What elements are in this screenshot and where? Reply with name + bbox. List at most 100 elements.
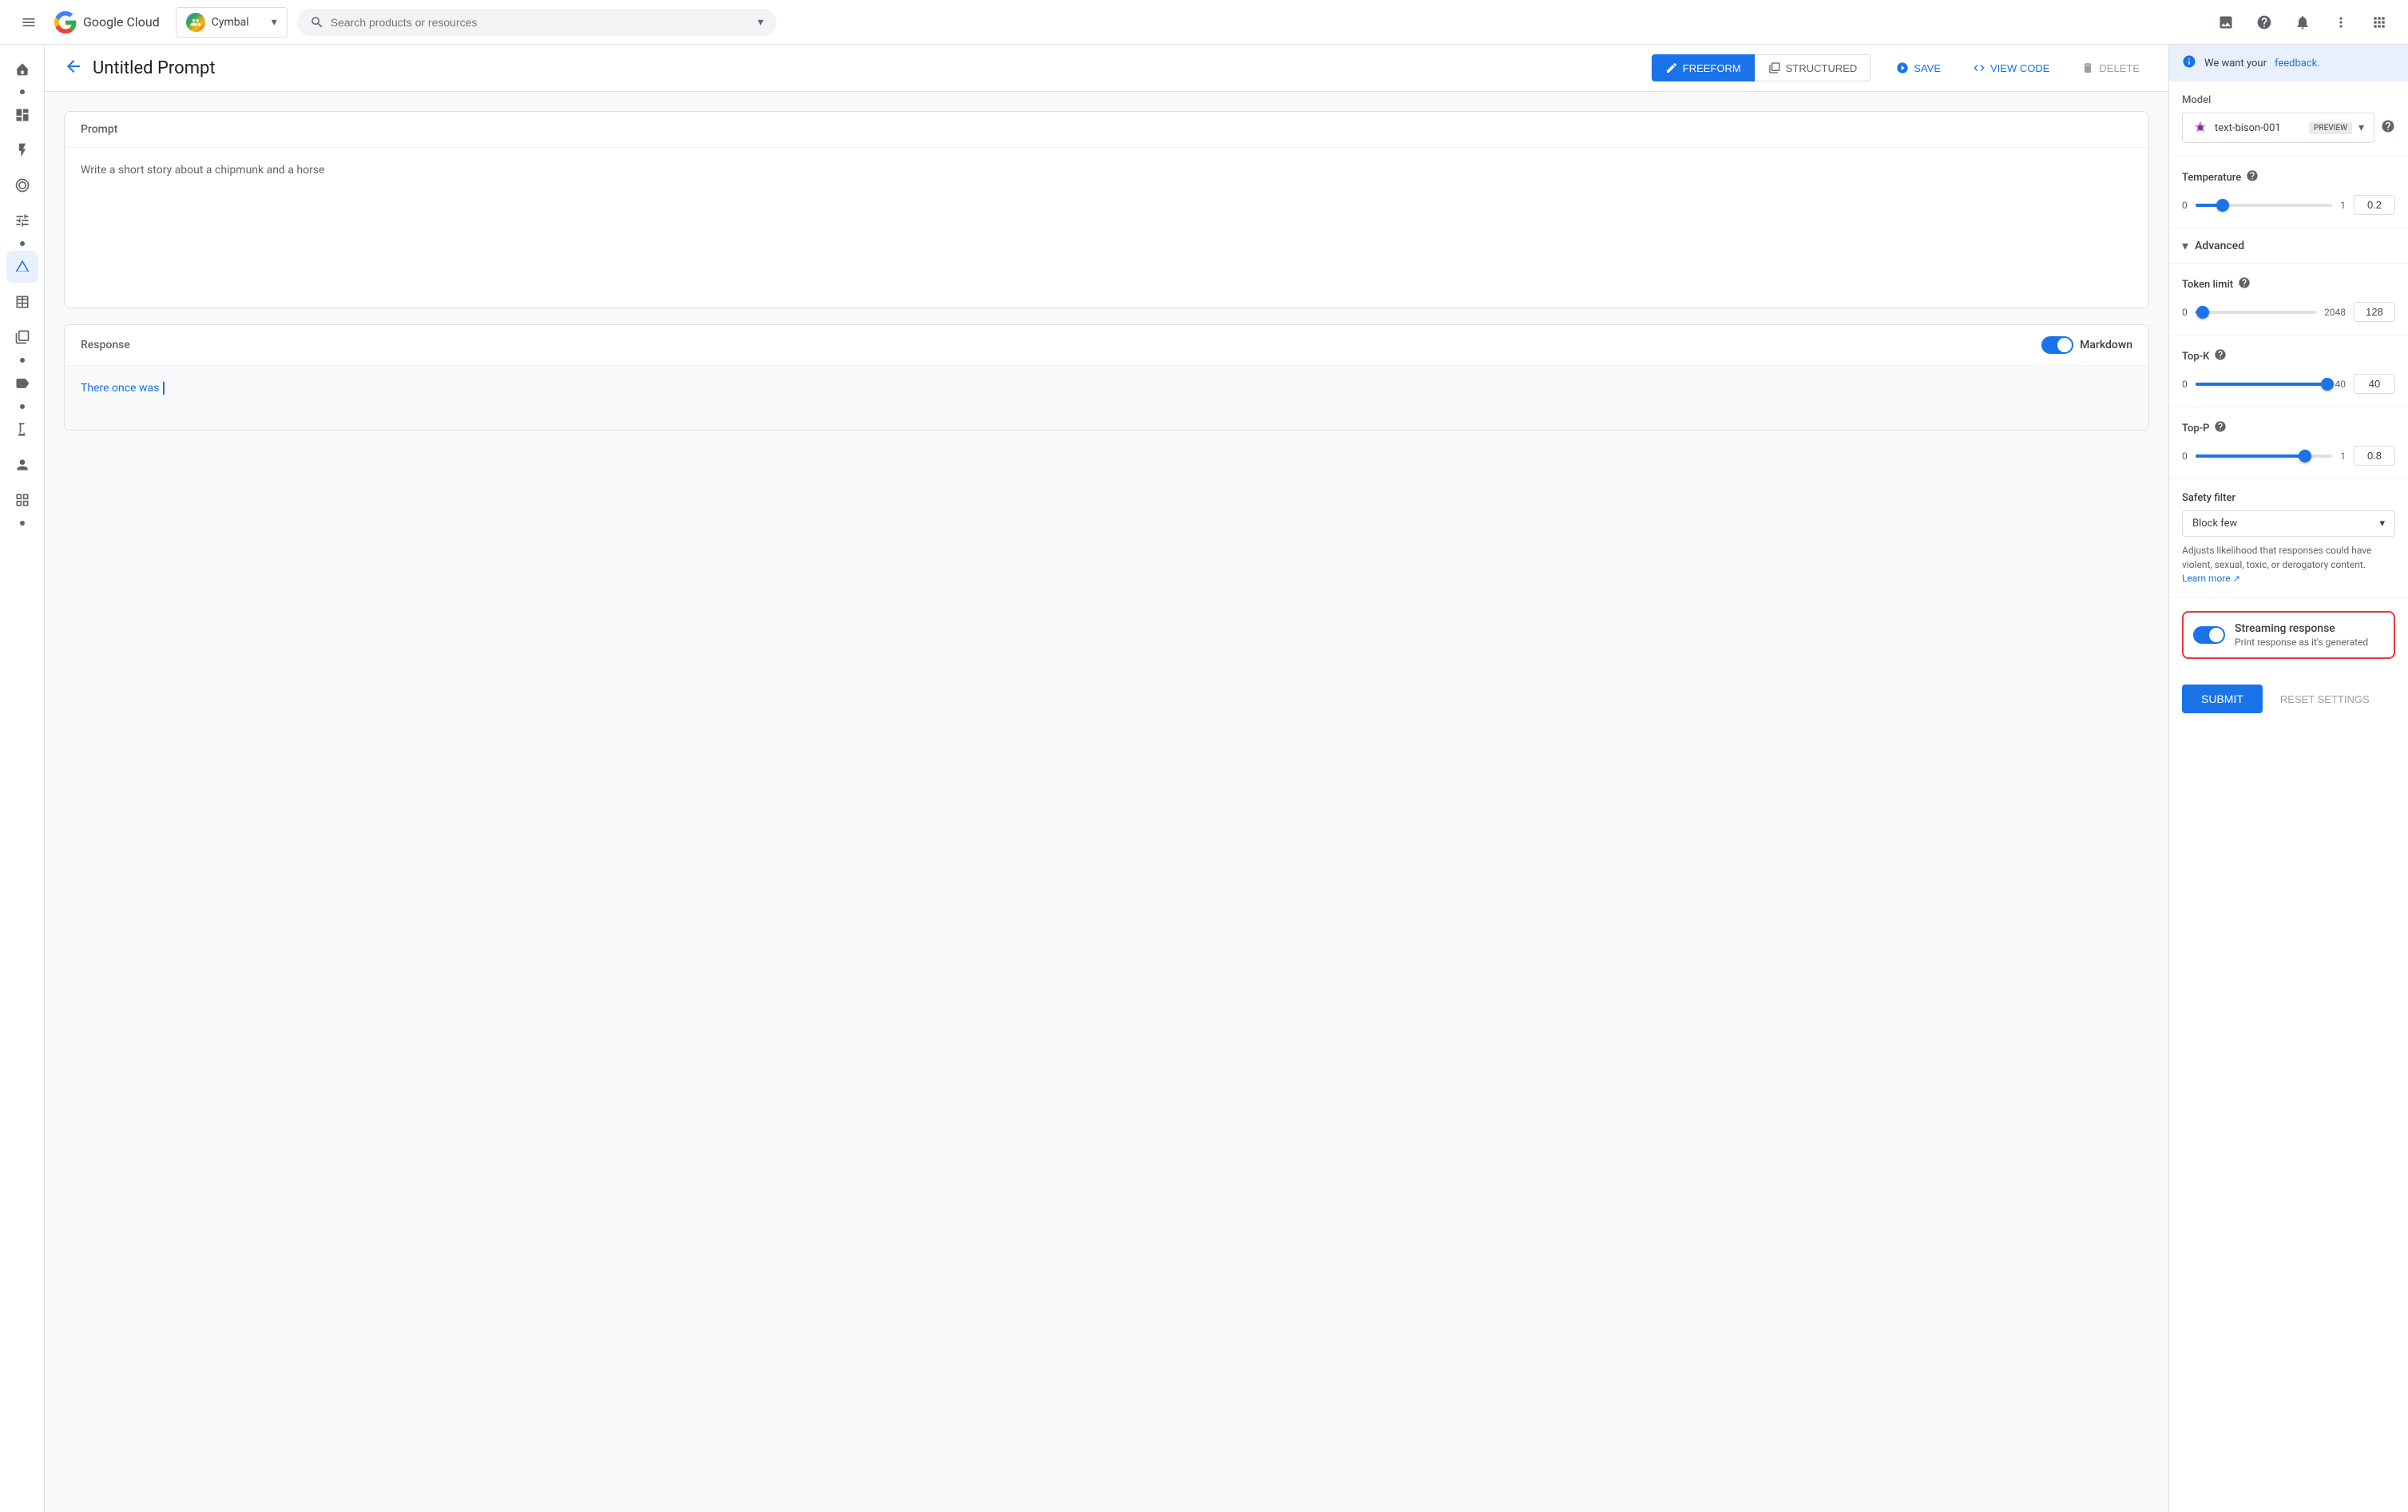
temperature-section: Temperature 0 1 0.2 [2169, 157, 2408, 228]
sidebar-icon-dashboard[interactable] [6, 99, 38, 131]
markdown-toggle[interactable]: Markdown [2041, 336, 2132, 354]
top-k-value[interactable]: 40 [2354, 374, 2395, 394]
apps-icon[interactable] [2363, 6, 2395, 38]
sidebar-icon-vertex[interactable] [6, 251, 38, 283]
header-actions: SAVE VIEW CODE DELETE [1886, 55, 2149, 81]
feedback-text: We want your [2204, 58, 2267, 69]
response-panel: Response Markdown There once was [64, 324, 2149, 431]
help-icon[interactable] [2248, 6, 2280, 38]
model-help-icon[interactable] [2381, 119, 2395, 137]
text-cursor [163, 382, 165, 395]
safety-filter-value: Block few [2192, 518, 2237, 530]
prompt-label: Prompt [81, 123, 117, 136]
model-name: text-bison-001 [2215, 122, 2303, 134]
temperature-max: 1 [2340, 200, 2346, 211]
streaming-toggle[interactable] [2193, 626, 2225, 644]
advanced-section-header[interactable]: ▾ Advanced [2169, 228, 2408, 264]
top-k-min: 0 [2182, 379, 2188, 390]
main-layout: Untitled Prompt FREEFORM STRUCTURED SAVE [45, 45, 2408, 1512]
structured-mode-button[interactable]: STRUCTURED [1755, 54, 1871, 81]
streaming-title: Streaming response [2235, 622, 2384, 635]
notifications-icon[interactable] [2287, 6, 2319, 38]
sidebar-icon-spark[interactable] [6, 134, 38, 166]
response-streaming-text: There once was [81, 382, 159, 395]
sidebar-icon-table[interactable] [6, 286, 38, 318]
prompt-panel-body[interactable]: Write a short story about a chipmunk and… [65, 148, 2148, 308]
top-k-help-icon[interactable] [2214, 348, 2227, 364]
google-cloud-logo: Google Cloud [54, 11, 160, 34]
menu-icon[interactable] [13, 6, 45, 38]
learn-more-text: Learn more [2182, 573, 2231, 584]
top-p-value[interactable]: 0.8 [2354, 446, 2395, 466]
prompt-panel-header: Prompt [65, 112, 2148, 148]
top-p-min: 0 [2182, 450, 2188, 462]
search-input[interactable] [331, 16, 752, 29]
top-p-help-icon[interactable] [2214, 420, 2227, 436]
model-section: Model text-bison-001 PREVIEW ▾ [2169, 81, 2408, 157]
sidebar-icon-pipeline[interactable] [6, 321, 38, 353]
safety-section: Safety filter Block few ▾ Adjusts likeli… [2169, 479, 2408, 598]
safety-filter-select[interactable]: Block few ▾ [2182, 510, 2395, 537]
feedback-link[interactable]: feedback. [2275, 58, 2320, 69]
safety-filter-label: Safety filter [2182, 492, 2395, 504]
delete-label: DELETE [2099, 62, 2140, 74]
sidebar-icon-model[interactable] [6, 169, 38, 201]
top-k-slider[interactable] [2196, 376, 2327, 392]
more-vert-icon[interactable] [2325, 6, 2357, 38]
token-limit-slider[interactable] [2196, 304, 2316, 320]
freeform-mode-button[interactable]: FREEFORM [1652, 54, 1755, 81]
sidebar-icon-grid[interactable] [6, 484, 38, 516]
token-limit-min: 0 [2182, 307, 2188, 318]
sidebar-icon-label[interactable] [6, 367, 38, 399]
image-icon[interactable] [2210, 6, 2242, 38]
sidebar-icon-tune[interactable] [6, 204, 38, 236]
token-limit-help-icon[interactable] [2238, 276, 2251, 292]
delete-button[interactable]: DELETE [2072, 55, 2149, 81]
top-p-label: Top-P [2182, 423, 2209, 435]
safety-filter-chevron-icon: ▾ [2379, 518, 2385, 530]
temperature-value[interactable]: 0.2 [2354, 195, 2395, 215]
feedback-bar: We want your feedback. [2169, 45, 2408, 81]
content-panels: Prompt Write a short story about a chipm… [45, 92, 2168, 450]
search-bar[interactable]: ▾ [297, 9, 776, 36]
view-code-button[interactable]: VIEW CODE [1963, 55, 2059, 81]
safety-description: Adjusts likelihood that responses could … [2182, 543, 2395, 572]
right-panel: We want your feedback. Model text-bison-… [2168, 45, 2408, 1512]
streaming-info: Streaming response Print response as it'… [2235, 622, 2384, 648]
sidebar-dot-2 [20, 241, 25, 246]
top-p-section: Top-P 0 1 0.8 [2169, 407, 2408, 479]
markdown-toggle-switch[interactable] [2041, 336, 2073, 354]
token-limit-max: 2048 [2324, 307, 2346, 318]
back-button[interactable] [64, 57, 83, 80]
org-selector[interactable]: Cymbal ▾ [176, 7, 288, 38]
token-limit-section: Token limit 0 2048 128 [2169, 264, 2408, 335]
prompt-text: Write a short story about a chipmunk and… [81, 164, 324, 177]
temperature-help-icon[interactable] [2246, 169, 2259, 185]
model-chevron-icon: ▾ [2358, 121, 2364, 134]
sidebar-icon-experiment[interactable] [6, 414, 38, 446]
markdown-label: Markdown [2080, 339, 2132, 351]
top-p-slider[interactable] [2196, 448, 2333, 464]
top-k-max: 40 [2335, 379, 2347, 390]
sidebar-dot-5 [20, 521, 25, 526]
temperature-label: Temperature [2182, 172, 2241, 184]
response-panel-header: Response Markdown [65, 325, 2148, 366]
center-content: Untitled Prompt FREEFORM STRUCTURED SAVE [45, 45, 2168, 1512]
sidebar-dot-3 [20, 358, 25, 363]
sidebar-icon-person[interactable] [6, 449, 38, 481]
model-selector[interactable]: text-bison-001 PREVIEW ▾ [2182, 113, 2374, 143]
temperature-slider[interactable] [2196, 197, 2333, 213]
submit-button[interactable]: SUBMIT [2182, 685, 2263, 713]
reset-settings-button[interactable]: RESET SETTINGS [2272, 685, 2378, 713]
sidebar [0, 45, 45, 1512]
prompt-panel: Prompt Write a short story about a chipm… [64, 111, 2149, 308]
model-icon [2192, 120, 2208, 136]
mode-buttons: FREEFORM STRUCTURED [1652, 54, 1871, 81]
page-title: Untitled Prompt [93, 58, 1642, 78]
model-label: Model [2182, 94, 2395, 106]
safety-learn-more-link[interactable]: Learn more ↗ [2182, 573, 2240, 584]
sub-header: Untitled Prompt FREEFORM STRUCTURED SAVE [45, 45, 2168, 92]
save-button[interactable]: SAVE [1886, 55, 1950, 81]
token-limit-value[interactable]: 128 [2354, 302, 2395, 322]
sidebar-icon-home[interactable] [6, 53, 38, 85]
